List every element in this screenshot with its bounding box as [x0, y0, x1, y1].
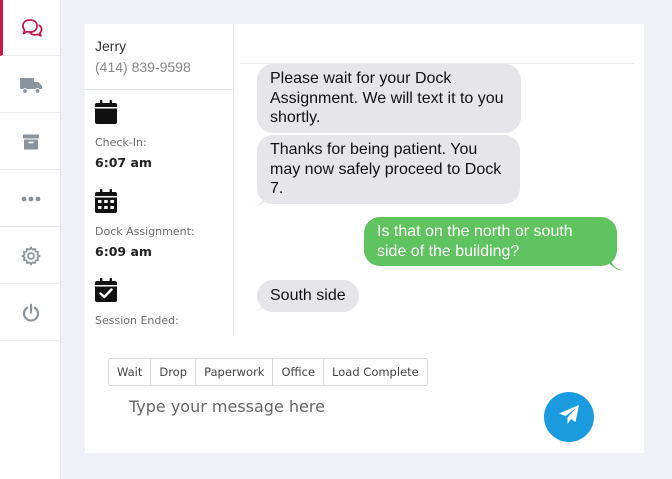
session-ended-label: Session Ended: — [95, 314, 179, 327]
gear-icon — [20, 245, 41, 266]
session-ended-block: Session Ended: — [95, 278, 179, 333]
bubble-tail — [610, 259, 624, 271]
more-icon — [21, 196, 41, 202]
archive-icon — [22, 133, 40, 151]
check-in-label: Check-In: — [95, 136, 147, 149]
session-info: Jerry (414) 839-9598 Check-In: 6:07 am D… — [85, 24, 234, 336]
nav-item-archive[interactable] — [0, 114, 61, 170]
conversation-panel: Jerry (414) 839-9598 Check-In: 6:07 am D… — [85, 24, 644, 453]
contact-card: Jerry (414) 839-9598 — [85, 24, 233, 90]
check-in-time: 6:07 am — [95, 155, 152, 170]
nav-item-logout[interactable] — [0, 285, 61, 341]
nav-item-trucks[interactable] — [0, 57, 61, 113]
dock-assignment-block: Dock Assignment: 6:09 am — [95, 189, 195, 259]
quick-reply-load-complete[interactable]: Load Complete — [324, 359, 427, 385]
nav-item-more[interactable] — [0, 171, 61, 227]
message-incoming: Please wait for your Dock Assignment. We… — [257, 64, 521, 133]
power-icon — [21, 303, 41, 323]
truck-icon — [19, 76, 43, 94]
dock-assignment-label: Dock Assignment: — [95, 225, 195, 238]
quick-replies: Wait Drop Paperwork Office Load Complete — [108, 358, 428, 386]
bubble-tail — [251, 301, 265, 313]
chat-icon — [21, 18, 43, 38]
contact-name: Jerry — [95, 38, 127, 54]
message-incoming: South side — [257, 280, 359, 312]
quick-reply-drop[interactable]: Drop — [151, 359, 197, 385]
message-incoming: Thanks for being patient. You may now sa… — [257, 135, 520, 204]
bubble-tail — [251, 196, 265, 208]
calendar-grid-icon — [95, 189, 117, 217]
quick-reply-paperwork[interactable]: Paperwork — [196, 359, 274, 385]
message-input[interactable] — [129, 393, 529, 419]
check-in-block: Check-In: 6:07 am — [95, 100, 152, 170]
send-icon — [558, 404, 580, 431]
nav-rail — [0, 0, 61, 479]
message-outgoing: Is that on the north or south side of th… — [364, 217, 617, 266]
nav-item-chat[interactable] — [0, 0, 61, 56]
quick-reply-wait[interactable]: Wait — [109, 359, 152, 385]
quick-reply-office[interactable]: Office — [273, 359, 325, 385]
nav-item-settings[interactable] — [0, 228, 61, 284]
send-button[interactable] — [544, 392, 594, 442]
calendar-check-icon — [95, 278, 117, 306]
dock-assignment-time: 6:09 am — [95, 244, 152, 259]
calendar-icon — [95, 100, 117, 128]
contact-phone: (414) 839-9598 — [95, 59, 191, 75]
